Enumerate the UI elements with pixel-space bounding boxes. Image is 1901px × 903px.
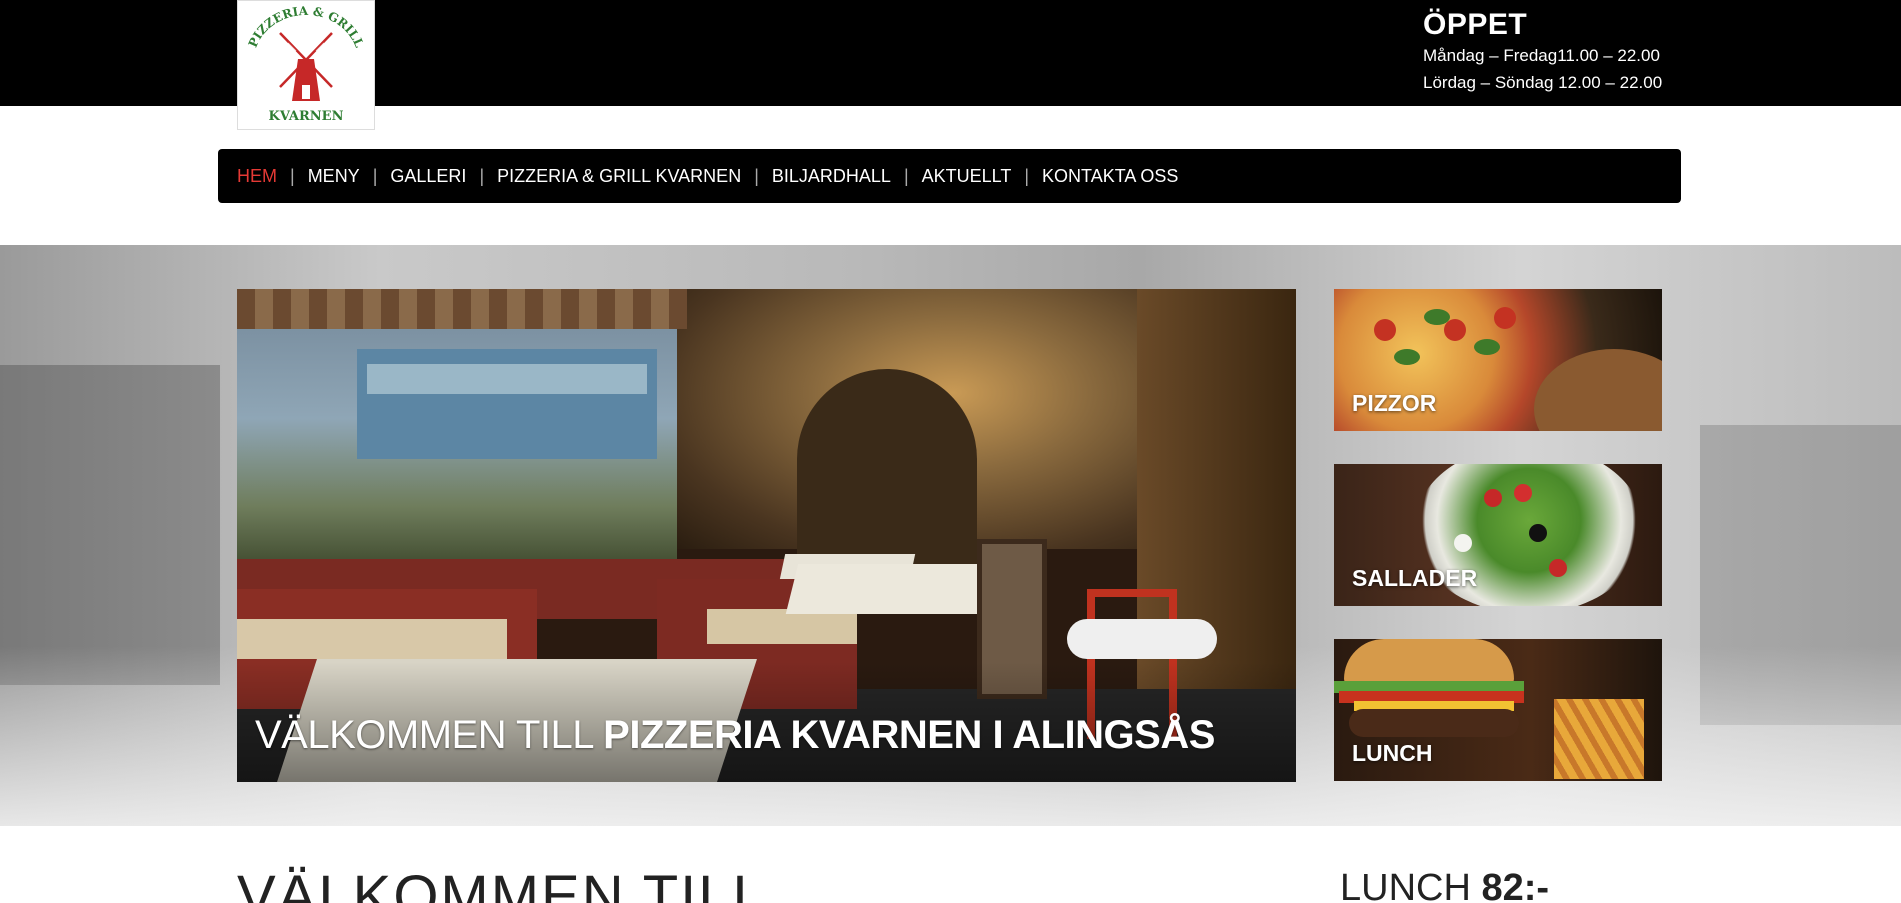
nav-separator: |	[1024, 165, 1030, 186]
page: PIZZERIA & GRILL KVARNEN ÖPPET Måndag – …	[0, 0, 1901, 903]
logo[interactable]: PIZZERIA & GRILL KVARNEN	[237, 0, 375, 130]
nav-separator: |	[372, 165, 378, 186]
hero-caption-bold: PIZZERIA KVARNEN I ALINGSÅS	[603, 713, 1215, 757]
top-bar: PIZZERIA & GRILL KVARNEN ÖPPET Måndag – …	[0, 0, 1901, 130]
opening-hours-weekdays: Måndag – Fredag11.00 – 22.00	[1423, 46, 1660, 65]
opening-hours: ÖPPET Måndag – Fredag11.00 – 22.00 Lörda…	[1423, 8, 1662, 96]
hero-caption-light: VÄLKOMMEN TILL	[255, 713, 604, 757]
tile-lunch[interactable]: LUNCH	[1334, 639, 1662, 781]
hero-image[interactable]: VÄLKOMMEN TILL PIZZERIA KVARNEN I ALINGS…	[237, 289, 1296, 782]
nav-item-meny[interactable]: MENY	[308, 166, 360, 187]
lunch-price-label: LUNCH	[1340, 867, 1482, 903]
tile-sallader-label: SALLADER	[1352, 565, 1478, 591]
logo-bottom-text: KVARNEN	[269, 109, 344, 124]
welcome-heading: VÄLKOMMEN TILL	[237, 864, 767, 903]
hero-caption: VÄLKOMMEN TILL PIZZERIA KVARNEN I ALINGS…	[255, 712, 1295, 758]
lunch-price-value: 82:-	[1481, 867, 1550, 903]
windmill-logo-icon: PIZZERIA & GRILL KVARNEN	[246, 4, 367, 124]
main-nav: HEM | MENY | GALLERI | PIZZERIA & GRILL …	[218, 149, 1681, 203]
tile-pizzor-label: PIZZOR	[1352, 390, 1437, 416]
nav-separator: |	[754, 165, 759, 186]
nav-item-aktuellt[interactable]: AKTUELLT	[922, 166, 1012, 187]
opening-hours-weekend: Lördag – Söndag 12.00 – 22.00	[1423, 73, 1663, 92]
tile-pizzor[interactable]: PIZZOR	[1334, 289, 1662, 431]
opening-hours-title: ÖPPET	[1423, 8, 1528, 41]
nav-item-hem[interactable]: HEM	[237, 166, 277, 187]
nav-item-galleri[interactable]: GALLERI	[390, 166, 466, 187]
nav-item-biljardhall[interactable]: BILJARDHALL	[772, 166, 891, 187]
tile-sallader[interactable]: SALLADER	[1334, 464, 1662, 606]
nav-separator: |	[903, 165, 909, 186]
tile-lunch-label: LUNCH	[1352, 740, 1433, 766]
nav-separator: |	[479, 165, 485, 186]
nav-item-kontakta-oss[interactable]: KONTAKTA OSS	[1042, 166, 1178, 187]
lunch-price-heading: LUNCH 82:-	[1340, 866, 1549, 903]
nav-item-pizzeria-grill-kvarnen[interactable]: PIZZERIA & GRILL KVARNEN	[497, 166, 741, 187]
nav-separator: |	[290, 165, 295, 186]
logo-top-text: PIZZERIA & GRILL	[246, 4, 367, 50]
